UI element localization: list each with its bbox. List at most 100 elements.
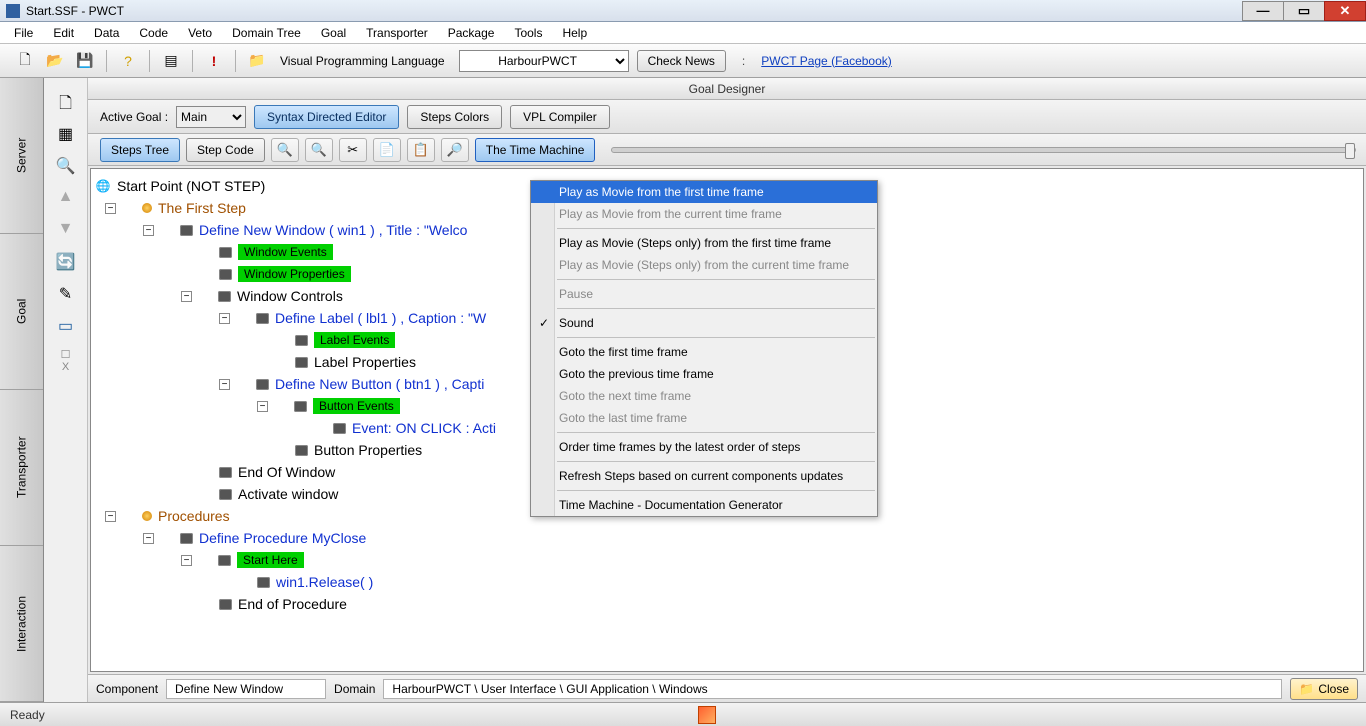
menu-code[interactable]: Code [131,24,176,42]
menu-item[interactable]: ✓ Sound [531,312,877,334]
menu-separator [557,228,875,229]
menu-tools[interactable]: Tools [506,24,550,42]
collapse-icon[interactable]: − [219,313,230,324]
time-machine-button[interactable]: The Time Machine [475,138,596,162]
menu-help[interactable]: Help [554,24,595,42]
collapse-icon[interactable]: − [143,225,154,236]
refresh-icon[interactable]: 🔄 [56,252,76,272]
square-icon [295,357,308,368]
time-slider[interactable] [611,147,1356,153]
collapse-icon[interactable]: − [181,291,192,302]
zoom-in-icon[interactable]: 🔍 [271,138,299,162]
square-icon [180,533,193,544]
close-panel-button[interactable]: 📁Close [1290,678,1358,700]
menu-data[interactable]: Data [86,24,127,42]
square-icon [218,291,231,302]
node-label: Button Events [313,398,400,414]
menu-package[interactable]: Package [440,24,503,42]
node-label: Define New Window ( win1 ) , Title : "We… [199,222,467,238]
menu-goal[interactable]: Goal [313,24,354,42]
page-icon[interactable]: 🗋 [56,92,76,112]
collapse-icon[interactable]: − [257,401,268,412]
close-button[interactable]: ✕ [1324,1,1366,21]
tree-row[interactable]: −Start Here [95,549,1359,571]
menu-item-label: Sound [559,316,594,330]
folder-icon[interactable]: 📁 [246,50,268,72]
menu-item-label: Pause [559,287,593,301]
help-icon[interactable]: ? [117,50,139,72]
tab-goal[interactable]: Goal [0,234,43,390]
zoom-out-icon[interactable]: 🔍 [305,138,333,162]
node-label: Label Events [314,332,395,348]
save-icon[interactable]: 💾 [74,50,96,72]
square-icon [219,467,232,478]
toolbar: 🗋 📂 💾 ? ▤ ! 📁 Visual Programming Languag… [0,44,1366,78]
menu-edit[interactable]: Edit [45,24,82,42]
tree-row[interactable]: End of Procedure [95,593,1359,615]
cut-icon[interactable]: ✂ [339,138,367,162]
active-goal-select[interactable]: Main [176,106,246,128]
open-icon[interactable]: 📂 [44,50,66,72]
find-icon[interactable]: 🔎 [441,138,469,162]
window-icon[interactable]: ▭ [56,316,76,336]
search-icon[interactable]: 🔍 [56,156,76,176]
new-icon[interactable]: 🗋 [14,50,36,72]
list-icon[interactable]: ▤ [160,50,182,72]
status-icon[interactable] [698,706,716,724]
minimize-button[interactable]: — [1242,1,1284,21]
menu-separator [557,337,875,338]
tree-row[interactable]: − Define Procedure MyClose [95,527,1359,549]
collapse-icon[interactable]: − [181,555,192,566]
vpl-select[interactable]: HarbourPWCT [459,50,629,72]
steps-toolbar: Steps Tree Step Code 🔍 🔍 ✂ 📄 📋 🔎 The Tim… [88,134,1366,166]
paste-icon[interactable]: 📋 [407,138,435,162]
steps-colors-button[interactable]: Steps Colors [407,105,502,129]
checkbox-x[interactable]: ☐ X [56,348,76,368]
syntax-editor-button[interactable]: Syntax Directed Editor [254,105,399,129]
grid-icon[interactable]: ▦ [56,124,76,144]
step-code-button[interactable]: Step Code [186,138,265,162]
menu-veto[interactable]: Veto [180,24,220,42]
menu-item[interactable]: Refresh Steps based on current component… [531,465,877,487]
menu-item[interactable]: Play as Movie from the first time frame [531,181,877,203]
menu-item: Goto the next time frame [531,385,877,407]
domain-label: Domain [334,682,375,696]
steps-tree-button[interactable]: Steps Tree [100,138,180,162]
edit-icon[interactable]: ✎ [56,284,76,304]
exclaim-icon[interactable]: ! [203,50,225,72]
active-goal-label: Active Goal : [100,110,168,124]
collapse-icon[interactable]: − [219,379,230,390]
folder-icon: 📁 [1299,682,1314,696]
menu-item[interactable]: Time Machine - Documentation Generator [531,494,877,516]
down-arrow-icon[interactable]: ▼ [56,220,76,240]
tab-server[interactable]: Server [0,78,43,234]
menu-item[interactable]: Play as Movie (Steps only) from the firs… [531,232,877,254]
check-news-button[interactable]: Check News [637,50,726,72]
tab-transporter[interactable]: Transporter [0,390,43,546]
node-label: Define Procedure MyClose [199,530,366,546]
node-label: Define Label ( lbl1 ) , Caption : "W [275,310,486,326]
menu-item-label: Time Machine - Documentation Generator [559,498,783,512]
menu-file[interactable]: File [6,24,41,42]
menu-separator [557,461,875,462]
menu-item[interactable]: Goto the previous time frame [531,363,877,385]
up-arrow-icon[interactable]: ▲ [56,188,76,208]
copy-icon[interactable]: 📄 [373,138,401,162]
time-machine-menu: Play as Movie from the first time frame P… [530,180,878,517]
menu-item[interactable]: Goto the first time frame [531,341,877,363]
slider-thumb[interactable] [1345,143,1355,159]
check-icon: ✓ [539,316,549,330]
tab-interaction[interactable]: Interaction [0,546,43,702]
vpl-compiler-button[interactable]: VPL Compiler [510,105,610,129]
facebook-link[interactable]: PWCT Page (Facebook) [761,54,892,68]
node-label: Window Events [238,244,333,260]
maximize-button[interactable]: ▭ [1283,1,1325,21]
node-label: Window Controls [237,288,343,304]
menu-item[interactable]: Order time frames by the latest order of… [531,436,877,458]
menu-domain-tree[interactable]: Domain Tree [224,24,309,42]
collapse-icon[interactable]: − [143,533,154,544]
menu-transporter[interactable]: Transporter [358,24,436,42]
collapse-icon[interactable]: − [105,203,116,214]
collapse-icon[interactable]: − [105,511,116,522]
tree-row[interactable]: win1.Release( ) [95,571,1359,593]
